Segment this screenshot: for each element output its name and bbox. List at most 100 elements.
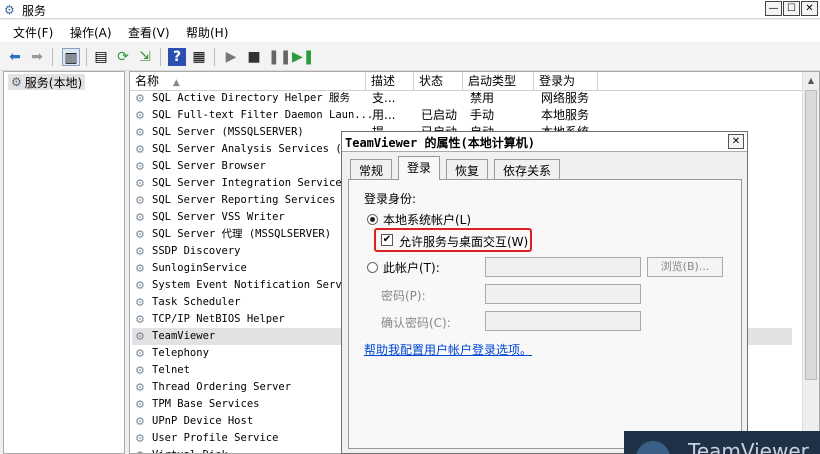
gear-icon: ⚙ [135, 347, 145, 360]
tree-node-services-local[interactable]: ⚙ 服务(本地) [8, 74, 86, 90]
vertical-scrollbar[interactable]: ▲ [802, 72, 819, 453]
service-row[interactable]: ⚙ SQL Full-text Filter Daemon Laun... 用...… [132, 107, 792, 124]
row-service-name: SQL Server Integration Services [152, 177, 348, 189]
row-service-name: System Event Notification Servic [152, 279, 355, 291]
gear-icon: ⚙ [135, 92, 145, 105]
gear-icon: ⚙ [135, 364, 145, 377]
gear-icon: ⚙ [135, 330, 145, 343]
dialog-title-bar: TeamViewer 的属性(本地计算机) ✕ [342, 132, 747, 152]
row-service-name: Thread Ordering Server [152, 381, 292, 393]
restart-service-icon[interactable]: ▶❚ [292, 48, 315, 66]
confirm-password-label: 确认密码(C): [381, 316, 451, 330]
gear-icon: ⚙ [135, 194, 145, 207]
dialog-title: TeamViewer 的属性(本地计算机) [345, 136, 535, 150]
row-service-name: Telephony [152, 347, 209, 359]
row-startup-type: 禁用 [470, 91, 495, 105]
start-service-icon[interactable]: ▶ [222, 48, 240, 66]
browse-button[interactable]: 浏览(B)... [647, 257, 723, 277]
password-label: 密码(P): [381, 289, 426, 303]
local-system-radio[interactable] [367, 214, 378, 225]
back-arrow-icon[interactable]: ⬅ [6, 48, 24, 66]
row-service-name: Telnet [152, 364, 190, 376]
row-service-name: SQL Server Reporting Services (M [152, 194, 355, 206]
tab-dependencies[interactable]: 依存关系 [494, 159, 561, 179]
row-description: 支... [372, 91, 396, 105]
row-service-name: SQL Full-text Filter Daemon Laun... [152, 109, 374, 121]
forward-arrow-icon[interactable]: ➡ [28, 48, 46, 66]
title-bar: ⚙ 服务 — ☐ ✕ [0, 0, 820, 19]
properties-list-icon[interactable]: ▤ [92, 48, 110, 66]
tab-recovery[interactable]: 恢复 [446, 159, 489, 179]
logon-tab-panel: 登录身份: 本地系统帐户(L) ✔ 允许服务与桌面交互(W) 此帐户(T): 浏… [348, 179, 742, 449]
help-configure-link[interactable]: 帮助我配置用户帐户登录选项。 [364, 341, 532, 358]
pause-service-icon[interactable]: ❚❚ [268, 48, 291, 66]
account-field[interactable] [485, 257, 641, 277]
gear-icon: ⚙ [135, 211, 145, 224]
gear-icon: ⚙ [135, 296, 145, 309]
menu-help[interactable]: 帮助(H) [186, 24, 228, 41]
menu-file[interactable]: 文件(F) [13, 24, 53, 41]
column-header-startup-type[interactable]: 启动类型 [463, 72, 534, 91]
menu-action[interactable]: 操作(A) [70, 24, 112, 41]
gear-icon: ⚙ [135, 398, 145, 411]
row-service-name: TCP/IP NetBIOS Helper [152, 313, 285, 325]
gear-icon: ⚙ [135, 177, 145, 190]
tree-node-label: 服务(本地) [24, 75, 83, 90]
row-startup-type: 手动 [470, 108, 495, 122]
column-header-name[interactable]: 名称 ▲ [130, 72, 366, 91]
gear-icon: ⚙ [135, 160, 145, 173]
scrollbar-thumb[interactable] [805, 90, 817, 380]
toolbar: ⬅ ➡ ▥ ▤ ⟳ ⇲ ? ▦ ▶ ■ ❚❚ ▶❚ [0, 43, 820, 71]
row-service-name: User Profile Service [152, 432, 279, 444]
minimize-button[interactable]: — [765, 1, 782, 16]
gear-icon: ⚙ [135, 447, 145, 453]
gear-icon: ⚙ [11, 75, 22, 89]
row-service-name: TeamViewer [152, 330, 216, 342]
row-status: 已启动 [421, 108, 458, 122]
properties-dialog: TeamViewer 的属性(本地计算机) ✕ 常规 登录 恢复 依存关系 登录… [341, 131, 748, 454]
show-hide-pane-icon[interactable]: ▦ [190, 48, 208, 66]
scroll-up-icon[interactable]: ▲ [803, 72, 819, 89]
service-row[interactable]: ⚙ SQL Active Directory Helper 服务 支... 禁用 网络服… [132, 90, 792, 107]
gear-icon: ⚙ [135, 313, 145, 326]
gear-icon: ⚙ [135, 279, 145, 292]
row-service-name: TPM Base Services [152, 398, 260, 410]
tab-logon[interactable]: 登录 [398, 156, 441, 180]
row-service-name: SunloginService [152, 262, 247, 274]
column-header-filler [598, 72, 804, 91]
maximize-button[interactable]: ☐ [783, 1, 800, 16]
console-tree-icon[interactable]: ▥ [62, 48, 80, 66]
column-header-logon-as[interactable]: 登录为 [534, 72, 598, 91]
services-app-icon: ⚙ [4, 3, 15, 17]
gear-icon: ⚙ [135, 228, 145, 241]
column-header-status[interactable]: 状态 [414, 72, 463, 91]
this-account-radio[interactable] [367, 262, 378, 273]
tab-general[interactable]: 常规 [350, 159, 393, 179]
window-title: 服务 [22, 4, 47, 18]
menu-view[interactable]: 查看(V) [128, 24, 170, 41]
row-service-name: UPnP Device Host [152, 415, 254, 427]
gear-icon: ⚙ [135, 415, 145, 428]
stop-service-icon[interactable]: ■ [245, 48, 263, 66]
toolbar-separator [52, 48, 53, 66]
local-system-label: 本地系统帐户(L) [383, 213, 472, 227]
this-account-label: 此帐户(T): [383, 261, 440, 275]
gear-icon: ⚙ [135, 143, 145, 156]
row-description: 用... [372, 108, 396, 122]
teamviewer-panel: TeamViewer [624, 431, 820, 454]
confirm-password-field[interactable] [485, 311, 641, 331]
dialog-close-button[interactable]: ✕ [728, 134, 744, 149]
close-button[interactable]: ✕ [801, 1, 818, 16]
password-field[interactable] [485, 284, 641, 304]
row-service-name: SQL Server Analysis Services (MS [152, 143, 355, 155]
interact-desktop-checkbox[interactable]: ✔ [381, 234, 393, 246]
export-list-icon[interactable]: ⇲ [136, 48, 154, 66]
refresh-icon[interactable]: ⟳ [114, 48, 132, 66]
console-tree: ⚙ 服务(本地) [3, 71, 125, 454]
column-header-description[interactable]: 描述 [366, 72, 414, 91]
row-service-name: Virtual Disk [152, 447, 228, 453]
gear-icon: ⚙ [135, 381, 145, 394]
interact-desktop-label: 允许服务与桌面交互(W) [399, 235, 529, 249]
row-service-name: SQL Server (MSSQLSERVER) [152, 126, 304, 138]
help-icon[interactable]: ? [168, 48, 186, 66]
